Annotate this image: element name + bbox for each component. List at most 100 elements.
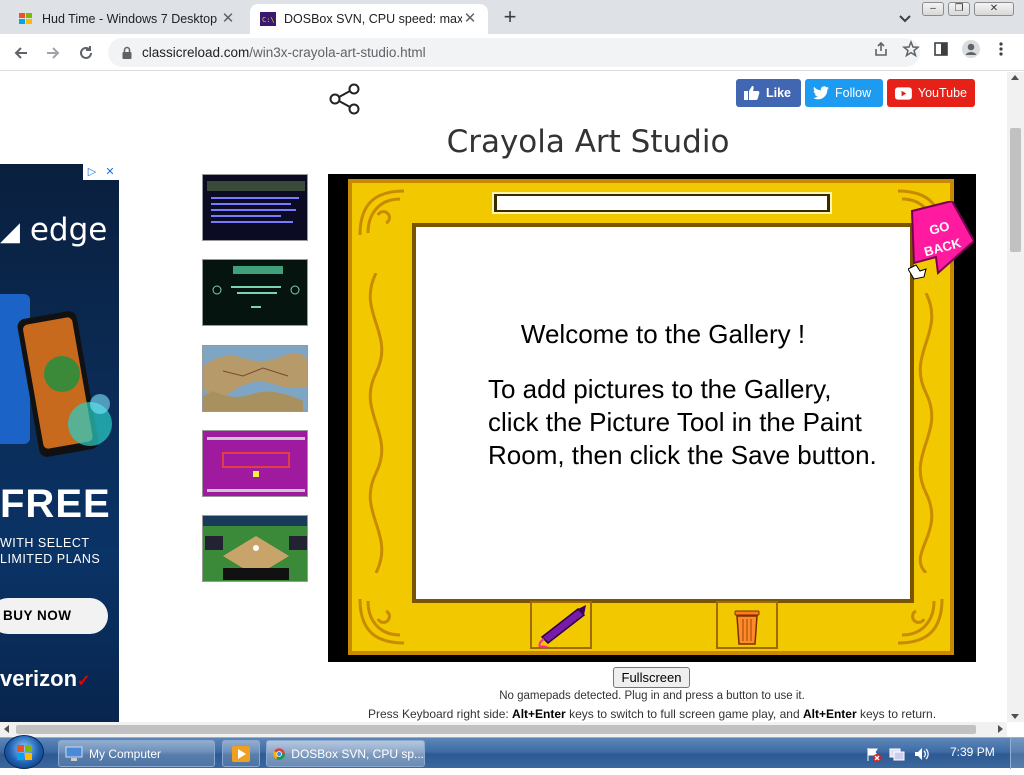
vertical-scrollbar[interactable] (1007, 72, 1024, 722)
start-button[interactable] (4, 735, 44, 769)
taskbar-item-my-computer[interactable]: My Computer (58, 740, 215, 767)
forward-button[interactable] (40, 40, 66, 66)
frame-ornament-icon (358, 598, 405, 645)
url-path: /win3x-crayola-art-studio.html (249, 45, 426, 60)
youtube-label: YouTube (917, 86, 967, 100)
bookmark-star-icon[interactable] (900, 38, 922, 60)
ad-line-1: WITH SELECT (0, 536, 90, 550)
tab-close-icon[interactable]: ✕ (220, 11, 236, 27)
new-tab-button[interactable]: + (498, 6, 522, 30)
tab-search-icon[interactable] (895, 8, 915, 28)
scroll-up-icon[interactable] (1011, 75, 1019, 80)
back-button[interactable] (8, 40, 34, 66)
taskbar-item-label: DOSBox SVN, CPU sp... (291, 746, 424, 761)
trash-can-button[interactable] (716, 601, 778, 649)
network-icon[interactable] (889, 746, 905, 762)
tab-title: DOSBox SVN, CPU speed: max 100 (284, 12, 462, 26)
gamepad-notice: No gamepads detected. Plug in and press … (499, 690, 805, 702)
twitter-follow-button[interactable]: Follow (805, 79, 883, 107)
follow-label: Follow (835, 86, 872, 100)
facebook-like-button[interactable]: Like (736, 79, 801, 107)
gallery-frame: Welcome to the Gallery ! To add pictures… (348, 179, 974, 655)
ad-close-icon[interactable]: ✕ (101, 164, 119, 180)
ad-line-2: LIMITED PLANS (0, 552, 101, 566)
windows-taskbar: My Computer DOSBox SVN, CPU sp... 7:39 P… (0, 735, 1024, 769)
scroll-down-icon[interactable] (1011, 714, 1019, 719)
back-arrow-icon (14, 47, 27, 59)
thumbnail-image (207, 437, 305, 492)
thumbs-up-icon (744, 86, 760, 100)
phone-image (0, 294, 112, 457)
tab-title: Hud Time - Windows 7 Desktop (42, 12, 218, 26)
game-thumbnail[interactable] (202, 515, 308, 582)
advertisement[interactable]: ▷ ✕ ◢ edge FREE WITH SELECT LIMITED PLAN… (0, 164, 119, 722)
ad-brand: ◢ edge (0, 212, 108, 248)
youtube-play-icon (895, 86, 912, 100)
thumbnail-image (212, 266, 300, 308)
keyboard-instructions: Press Keyboard right side: Alt+Enter key… (367, 707, 937, 721)
game-thumbnail[interactable] (202, 174, 308, 241)
forward-arrow-icon (47, 47, 60, 59)
frame-ornament-icon (358, 189, 405, 236)
volume-icon[interactable] (913, 746, 929, 762)
address-bar[interactable]: classicreload.com/win3x-crayola-art-stud… (108, 38, 920, 67)
share-page-icon[interactable] (870, 38, 892, 60)
taskbar-clock[interactable]: 7:39 PM (950, 745, 995, 759)
browser-toolbar: classicreload.com/win3x-crayola-art-stud… (0, 34, 1024, 71)
tab-close-icon[interactable]: ✕ (462, 11, 478, 27)
crayon-icon (538, 605, 586, 650)
taskbar-item-chrome[interactable]: DOSBox SVN, CPU sp... (266, 740, 425, 767)
computer-icon (65, 746, 83, 761)
share-icon[interactable] (328, 82, 362, 116)
show-desktop-button[interactable] (1010, 738, 1024, 769)
window-controls: – ❐ ✕ (922, 2, 1014, 16)
minimize-button[interactable]: – (922, 2, 944, 16)
trash-can-icon (734, 610, 760, 645)
adchoices-icon[interactable]: ▷ (83, 164, 101, 180)
reload-button[interactable] (73, 40, 99, 66)
dosbox-game-canvas[interactable]: Welcome to the Gallery ! To add pictures… (328, 174, 976, 662)
page-title: Crayola Art Studio (446, 124, 730, 160)
thumbnail-image (203, 352, 307, 411)
tab-hud-time[interactable]: Hud Time - Windows 7 Desktop ✕ (8, 4, 246, 34)
frame-ornament-icon (368, 273, 384, 573)
scroll-left-icon[interactable] (4, 725, 9, 733)
ad-choices[interactable]: ▷ ✕ (83, 164, 119, 180)
url-host: classicreload.com (142, 45, 250, 60)
lock-icon[interactable] (120, 46, 134, 60)
close-window-button[interactable]: ✕ (974, 2, 1014, 16)
fullscreen-button[interactable]: Fullscreen (613, 667, 690, 688)
action-center-flag-icon[interactable] (865, 746, 881, 762)
like-label: Like (766, 86, 792, 100)
scroll-thumb[interactable] (16, 725, 976, 734)
ad-headline: FREE (0, 482, 111, 526)
menu-kebab-icon[interactable] (990, 38, 1012, 60)
picture-tool-button[interactable] (530, 601, 592, 650)
chrome-icon (273, 747, 285, 760)
dosbox-favicon-icon: C:\ (260, 12, 276, 26)
taskbar-item-media-player[interactable] (222, 740, 260, 767)
svg-text:C:\: C:\ (262, 16, 275, 24)
scroll-thumb[interactable] (1010, 128, 1021, 252)
tab-dosbox[interactable]: C:\ DOSBox SVN, CPU speed: max 100 ✕ (250, 4, 488, 34)
game-thumbnail[interactable] (202, 345, 308, 412)
toolbar-icons (870, 38, 1012, 60)
hand-cursor-icon (908, 264, 927, 280)
restore-button[interactable]: ❐ (948, 2, 970, 16)
go-back-button[interactable]: GO BACK (908, 201, 974, 281)
windows-favicon-icon (19, 13, 32, 24)
gallery-title-field[interactable] (492, 192, 832, 214)
system-tray (865, 746, 929, 762)
profile-avatar-icon[interactable] (960, 38, 982, 60)
youtube-button[interactable]: YouTube (887, 79, 975, 107)
thumbnail-image (207, 181, 305, 223)
side-panel-icon[interactable] (930, 38, 952, 60)
tab-strip: Hud Time - Windows 7 Desktop ✕ C:\ DOSBo… (0, 0, 1024, 34)
game-thumbnail[interactable] (202, 259, 308, 326)
scroll-right-icon[interactable] (998, 725, 1003, 733)
ad-advertiser-logo: verizon✓ (0, 666, 91, 691)
horizontal-scrollbar[interactable] (0, 722, 1007, 737)
gallery-instructions-text: To add pictures to the Gallery, click th… (488, 374, 877, 470)
buy-now-button[interactable]: BUY NOW (0, 598, 108, 634)
game-thumbnail[interactable] (202, 430, 308, 497)
